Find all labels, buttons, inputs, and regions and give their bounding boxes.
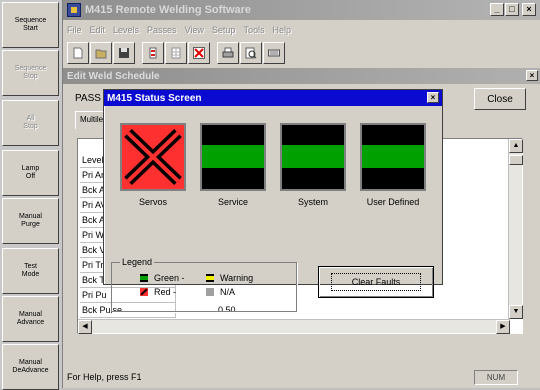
manual-advance-button[interactable]: Manual Advance (2, 296, 59, 342)
keyboard-icon (268, 49, 280, 57)
close-app-button[interactable]: × (522, 3, 536, 16)
edit-weld-schedule-title: Edit Weld Schedule (67, 70, 160, 82)
na-swatch-icon (206, 288, 214, 296)
new-icon (73, 47, 83, 59)
menu-tools[interactable]: Tools (243, 25, 264, 35)
clear-faults-label: Clear Faults (330, 273, 422, 291)
service-ok-bar (202, 145, 264, 168)
menu-file[interactable]: File (67, 25, 82, 35)
service-status-indicator (200, 123, 266, 191)
manual-deadvance-button[interactable]: Manual DeAdvance (2, 344, 59, 390)
app-title-bar: M415 Remote Welding Software _ □ × (63, 0, 540, 20)
status-screen-title-bar: M415 Status Screen × (104, 90, 442, 106)
legend-warning-label: Warning (220, 273, 254, 283)
sequence-stop-button[interactable]: Sequence Stop (2, 50, 59, 96)
keyboard-button[interactable] (263, 42, 285, 64)
legend-group: Legend Green - Red - Warning N/A (111, 257, 297, 312)
user-defined-label: User Defined (366, 197, 420, 207)
menu-help[interactable]: Help (272, 25, 291, 35)
left-control-panel: Sequence Start Sequence Stop All Stop La… (0, 0, 63, 390)
all-stop-button[interactable]: All Stop (2, 100, 59, 146)
grid-doc-icon (171, 47, 181, 59)
app-title: M415 Remote Welding Software (85, 4, 252, 16)
print-preview-button[interactable] (240, 42, 262, 64)
legend-green-label: Green - (154, 273, 185, 283)
save-button[interactable] (113, 42, 135, 64)
grid-doc-button[interactable] (165, 42, 187, 64)
system-status-indicator (280, 123, 346, 191)
menu-setup[interactable]: Setup (212, 25, 236, 35)
maximize-button[interactable]: □ (505, 3, 519, 16)
clear-faults-button[interactable]: Clear Faults (318, 266, 434, 298)
menu-passes[interactable]: Passes (147, 25, 177, 35)
servos-status-indicator (120, 123, 186, 191)
status-screen-dialog: M415 Status Screen × Servos Service Syst… (103, 89, 443, 312)
horizontal-scrollbar[interactable]: ◀ ▶ (78, 319, 510, 334)
warning-swatch-icon (206, 274, 214, 282)
print-preview-icon (245, 47, 257, 59)
scroll-thumb[interactable] (509, 155, 523, 165)
scroll-down-arrow-icon[interactable]: ▼ (509, 305, 523, 319)
legend-green: Green - (140, 273, 185, 283)
print-icon (222, 47, 234, 58)
user-defined-ok-bar (362, 145, 424, 168)
menu-view[interactable]: View (185, 25, 204, 35)
legend-warning: Warning (206, 273, 253, 283)
menu-levels[interactable]: Levels (113, 25, 139, 35)
scroll-up-arrow-icon[interactable]: ▲ (509, 139, 523, 153)
manual-purge-button[interactable]: Manual Purge (2, 198, 59, 244)
close-button[interactable]: Close (474, 88, 526, 110)
service-label: Service (217, 197, 248, 207)
vertical-scrollbar[interactable]: ▲ ▼ (508, 139, 523, 319)
num-lock-indicator: NUM (474, 370, 518, 385)
red-doc-icon (149, 47, 157, 59)
lamp-off-button[interactable]: Lamp Off (2, 150, 59, 196)
open-button[interactable] (90, 42, 112, 64)
scroll-right-arrow-icon[interactable]: ▶ (496, 320, 510, 334)
user-defined-status-indicator (360, 123, 426, 191)
fault-x-icon (124, 129, 182, 185)
save-icon (119, 48, 129, 58)
edit-window-close-icon[interactable]: × (526, 70, 538, 81)
legend-red: Red - (140, 287, 176, 297)
red-x-icon (193, 47, 205, 59)
app-icon (67, 3, 81, 17)
menu-edit[interactable]: Edit (90, 25, 106, 35)
legend-title: Legend (120, 257, 155, 267)
green-swatch-icon (140, 274, 148, 282)
delete-button[interactable] (188, 42, 210, 64)
status-text: For Help, press F1 (67, 372, 142, 382)
scroll-left-arrow-icon[interactable]: ◀ (78, 320, 92, 334)
print-button[interactable] (217, 42, 239, 64)
system-ok-bar (282, 145, 344, 168)
minimize-button[interactable]: _ (490, 3, 504, 16)
legend-red-label: Red - (154, 287, 177, 297)
status-screen-title: M415 Status Screen (107, 92, 202, 104)
new-button[interactable] (67, 42, 89, 64)
legend-na-label: N/A (220, 287, 236, 297)
legend-na: N/A (206, 287, 235, 297)
servos-label: Servos (138, 197, 167, 207)
red-swatch-icon (140, 288, 148, 296)
system-label: System (297, 197, 328, 207)
red-doc-button[interactable] (142, 42, 164, 64)
status-bar: For Help, press F1 NUM (63, 366, 540, 388)
menu-bar: File Edit Levels Passes View Setup Tools… (63, 21, 540, 38)
edit-weld-schedule-title-bar: Edit Weld Schedule × (63, 68, 540, 84)
status-screen-close-icon[interactable]: × (427, 92, 439, 103)
test-mode-button[interactable]: Test Mode (2, 248, 59, 294)
toolbar (67, 40, 286, 66)
open-icon (95, 49, 107, 59)
sequence-start-button[interactable]: Sequence Start (2, 2, 59, 48)
